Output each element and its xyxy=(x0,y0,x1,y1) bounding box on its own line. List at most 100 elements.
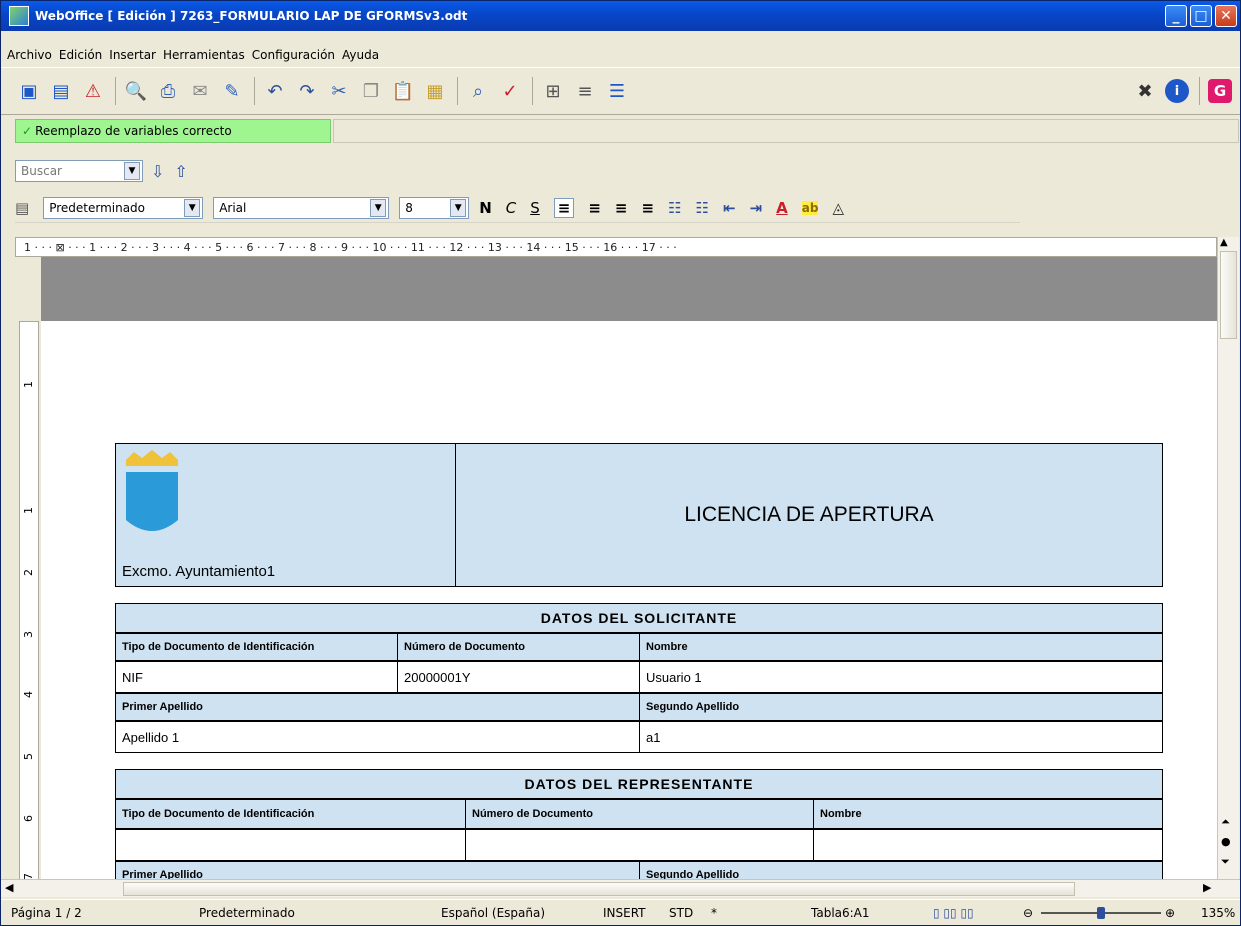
document-canvas[interactable]: Excmo. Ayuntamiento1 LICENCIA DE APERTUR… xyxy=(41,257,1217,879)
insert-line-icon[interactable]: ☰ xyxy=(605,79,629,103)
align-right-icon[interactable]: ≡ xyxy=(615,199,628,217)
find-previous-icon[interactable]: ⇧ xyxy=(174,162,187,181)
selection-mode-indicator[interactable]: STD xyxy=(669,906,693,920)
vertical-scroll-thumb[interactable] xyxy=(1220,251,1237,339)
org-name: Excmo. Ayuntamiento1 xyxy=(122,563,276,580)
navigator-icon[interactable]: ● xyxy=(1221,835,1231,848)
clone-format-icon[interactable]: ▦ xyxy=(423,79,447,103)
align-left-icon[interactable]: ≡ xyxy=(553,197,575,218)
background-color-icon[interactable]: ◬ xyxy=(832,199,844,217)
chevron-down-icon[interactable]: ▼ xyxy=(124,162,140,180)
scroll-right-icon[interactable]: ▶ xyxy=(1203,881,1211,894)
bold-button[interactable]: N xyxy=(479,199,492,217)
page-style-indicator[interactable]: Predeterminado xyxy=(199,906,295,920)
maximize-button[interactable]: □ xyxy=(1190,5,1212,27)
decrease-indent-icon[interactable]: ⇤ xyxy=(723,199,736,217)
representante-numero-value[interactable] xyxy=(465,829,814,861)
menu-insertar[interactable]: Insertar xyxy=(109,48,156,62)
header-title-cell[interactable]: LICENCIA DE APERTURA xyxy=(455,443,1163,587)
vertical-scrollbar[interactable]: ▲ ⏶ ● ⏷ xyxy=(1217,237,1239,879)
minimize-button[interactable]: _ xyxy=(1165,5,1187,27)
gforms-logo-icon[interactable]: G xyxy=(1208,79,1232,103)
save-icon[interactable]: ▣ xyxy=(17,79,41,103)
chevron-down-icon[interactable]: ▼ xyxy=(450,198,467,217)
menu-herramientas[interactable]: Herramientas xyxy=(163,48,245,62)
close-button[interactable]: ✕ xyxy=(1215,5,1237,27)
cut-icon[interactable]: ✂ xyxy=(327,79,351,103)
print-preview-icon[interactable]: 🔍 xyxy=(124,79,148,103)
menu-ayuda[interactable]: Ayuda xyxy=(342,48,379,62)
solicitante-apellido1-value[interactable]: Apellido 1 xyxy=(115,721,640,753)
page-indicator[interactable]: Página 1 / 2 xyxy=(11,906,82,920)
title-bar: WebOffice [ Edición ] 7263_FORMULARIO LA… xyxy=(1,1,1240,31)
find-next-icon[interactable]: ⇩ xyxy=(151,162,164,181)
menu-configuracion[interactable]: Configuración xyxy=(252,48,335,62)
zoom-in-icon[interactable]: ⊕ xyxy=(1165,906,1175,920)
scroll-up-icon[interactable]: ▲ xyxy=(1220,237,1228,248)
undo-icon[interactable]: ↶ xyxy=(263,79,287,103)
align-center-icon[interactable]: ≡ xyxy=(588,199,601,217)
solicitante-nombre-value[interactable]: Usuario 1 xyxy=(639,661,1163,693)
highlight-icon[interactable]: ab xyxy=(801,200,819,215)
menu-archivo[interactable]: Archivo xyxy=(7,48,52,62)
toolbar-separator xyxy=(115,77,116,105)
vertical-ruler[interactable]: 1 1 2 3 4 5 6 7 xyxy=(19,321,39,881)
language-indicator[interactable]: Español (España) xyxy=(441,906,545,920)
export-pdf-icon[interactable]: ⚠ xyxy=(81,79,105,103)
zoom-thumb[interactable] xyxy=(1097,907,1105,919)
font-size-value: 8 xyxy=(405,200,413,215)
numbering-icon[interactable]: ☷ xyxy=(668,199,681,217)
solicitante-col-nombre: Nombre xyxy=(639,633,1163,661)
paste-icon[interactable]: 📋 xyxy=(391,79,415,103)
underline-button[interactable]: S xyxy=(530,199,540,217)
spellcheck-icon[interactable]: ✓ xyxy=(498,79,522,103)
redo-icon[interactable]: ↷ xyxy=(295,79,319,103)
save-copy-icon[interactable]: ▤ xyxy=(49,79,73,103)
representante-col-apellido2: Segundo Apellido xyxy=(639,861,1163,879)
next-page-icon[interactable]: ⏷ xyxy=(1221,855,1230,869)
tools-icon[interactable]: ✖ xyxy=(1133,79,1157,103)
send-mail-icon[interactable]: ✉ xyxy=(188,79,212,103)
search-placeholder: Buscar xyxy=(21,164,62,178)
font-color-icon[interactable]: A xyxy=(776,199,788,217)
app-window: WebOffice [ Edición ] 7263_FORMULARIO LA… xyxy=(0,0,1241,926)
print-icon[interactable]: ⎙ xyxy=(156,79,180,103)
justify-icon[interactable]: ≡ xyxy=(642,199,655,217)
representante-tipo-value[interactable] xyxy=(115,829,466,861)
toolbar-separator xyxy=(457,77,458,105)
solicitante-heading: DATOS DEL SOLICITANTE xyxy=(115,603,1163,633)
zoom-out-icon[interactable]: ⊖ xyxy=(1023,906,1033,920)
view-layout-icon[interactable]: ▯ ▯▯ ▯▯ xyxy=(933,906,974,920)
copy-icon[interactable]: ❐ xyxy=(359,79,383,103)
search-input[interactable]: Buscar ▼ xyxy=(15,160,143,182)
representante-nombre-value[interactable] xyxy=(813,829,1163,861)
horizontal-scrollbar[interactable]: ◀ ▶ xyxy=(1,879,1240,897)
solicitante-apellido2-value[interactable]: a1 xyxy=(639,721,1163,753)
vruler-label: 4 xyxy=(22,691,35,698)
insert-mode-indicator[interactable]: INSERT xyxy=(603,906,646,920)
fields-icon[interactable]: ≡ xyxy=(573,79,597,103)
header-logo-cell[interactable]: Excmo. Ayuntamiento1 xyxy=(115,443,456,587)
solicitante-numero-value[interactable]: 20000001Y xyxy=(397,661,640,693)
font-select[interactable]: Arial ▼ xyxy=(213,196,390,219)
menu-edicion[interactable]: Edición xyxy=(59,48,102,62)
previous-page-icon[interactable]: ⏶ xyxy=(1221,815,1230,829)
italic-button[interactable]: C xyxy=(506,199,516,217)
paragraph-style-select[interactable]: Predeterminado ▼ xyxy=(43,196,204,219)
solicitante-tipo-value[interactable]: NIF xyxy=(115,661,398,693)
styles-icon[interactable]: ▤ xyxy=(15,199,29,217)
zoom-level[interactable]: 135% xyxy=(1201,906,1235,920)
chevron-down-icon[interactable]: ▼ xyxy=(370,198,387,217)
font-size-select[interactable]: 8 ▼ xyxy=(399,196,470,219)
horizontal-ruler[interactable]: 1 · · · ⊠ · · · 1 · · · 2 · · · 3 · · · … xyxy=(15,237,1217,257)
edit-file-icon[interactable]: ✎ xyxy=(220,79,244,103)
find-replace-icon[interactable]: ⌕ xyxy=(466,79,490,103)
scroll-left-icon[interactable]: ◀ xyxy=(5,881,13,894)
bullets-icon[interactable]: ☷ xyxy=(696,199,709,217)
chevron-down-icon[interactable]: ▼ xyxy=(184,198,201,217)
increase-indent-icon[interactable]: ⇥ xyxy=(750,199,763,217)
vruler-label: 1 xyxy=(22,507,35,514)
horizontal-scroll-thumb[interactable] xyxy=(123,882,1075,896)
insert-table-icon[interactable]: ⊞ xyxy=(541,79,565,103)
info-icon[interactable]: i xyxy=(1165,79,1189,103)
